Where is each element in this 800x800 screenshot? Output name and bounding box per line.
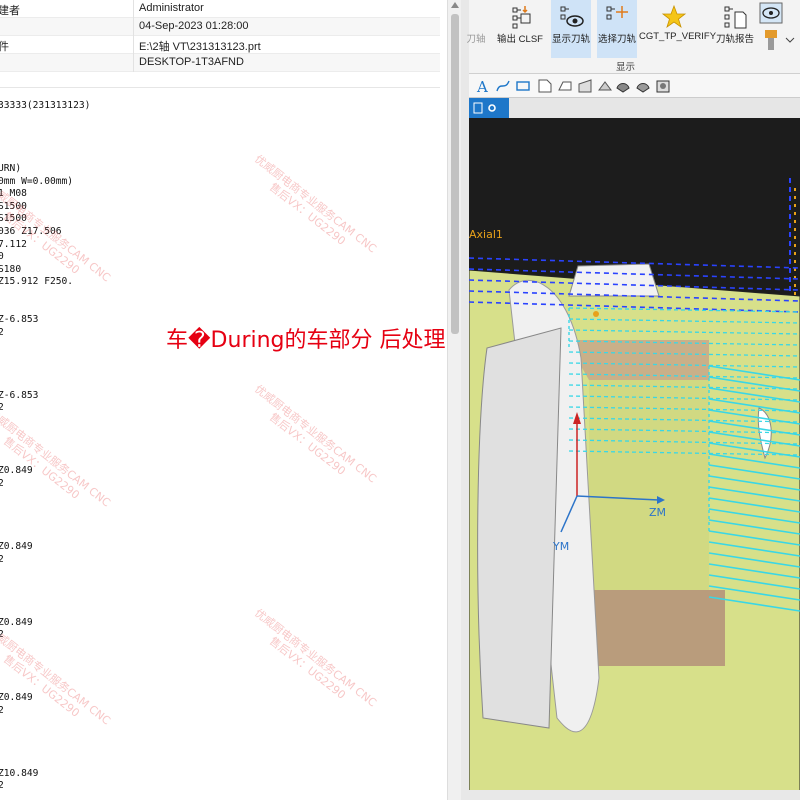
code-line: Z0.849 [0, 616, 33, 628]
property-key: 件 [0, 41, 9, 53]
gear-icon [488, 104, 496, 112]
ribbon-toolbar: 刀轴 输出 CLSF 显示刀轨 选择刀轨 CGT_TP_VERIFY 刀轨报告 … [466, 0, 800, 74]
display-mode-icon[interactable] [759, 2, 783, 24]
3d-model-view[interactable]: ZM YM Axial1 [468, 118, 800, 800]
tool-axis-button[interactable]: 刀轴 [461, 0, 491, 58]
property-key: 建者 [0, 5, 20, 17]
cgt-tp-verify-button[interactable]: CGT_TP_VERIFY [639, 0, 717, 58]
curve-tool-icon[interactable] [495, 78, 511, 94]
graphics-viewport[interactable]: ZM YM Axial1 [468, 118, 800, 800]
property-value: Administrator [139, 2, 204, 14]
window-icon [473, 102, 483, 114]
code-line: Z15.912 F250. [0, 276, 74, 288]
property-row: 04-Sep-2023 01:28:00 [0, 18, 440, 36]
watermark: 优威厨电商专业服务CAM CNC 售后VX：UG2290 [0, 624, 113, 728]
svg-text:A: A [476, 78, 488, 94]
view-tab-bar [469, 98, 800, 118]
shape-tool-icon[interactable] [577, 78, 593, 94]
code-line: 2 [0, 478, 4, 489]
code-line: Z0.849 [0, 692, 33, 704]
property-value: E:\2轴 VT\231313123.prt [139, 41, 261, 53]
code-line: 0mm W=0.00mm) [0, 175, 74, 187]
code-line: Z10.849 [0, 767, 39, 779]
properties-table: 建者 Administrator 04-Sep-2023 01:28:00 件 … [0, 0, 440, 72]
output-clsf-button[interactable]: 输出 CLSF [495, 0, 545, 58]
button-label: 输出 CLSF [497, 34, 543, 45]
button-label: 刀轨报告 [715, 34, 754, 45]
code-line: URN) [0, 163, 22, 174]
code-line: 0 [0, 251, 4, 263]
property-value: DESKTOP-1T3AFND [139, 56, 244, 68]
code-line: S180 [0, 263, 22, 275]
code-line: Z0.849 [0, 541, 33, 552]
watermark: 优威厨电商专业服务CAM CNC 售后VX：UG2290 [0, 406, 113, 510]
code-line: 7.112 [0, 238, 27, 250]
code-line: Z0.849 [0, 465, 33, 477]
shape-tool-icon[interactable] [537, 78, 553, 94]
chevron-down-icon[interactable] [785, 36, 795, 44]
watermark: 优威厨电商专业服务CAM CNC 售后VX：UG2290 [251, 382, 379, 486]
button-label: 刀轴 [466, 34, 486, 45]
pane-splitter[interactable] [461, 0, 469, 800]
annotation-text: 车�During的车部分 后处理 [166, 328, 446, 353]
zm-axis-label: ZM [649, 506, 666, 519]
divider [0, 87, 440, 88]
button-label: 选择刀轨 [597, 34, 636, 45]
display-toolpath-icon [560, 6, 584, 27]
group-label: 显示 [616, 62, 636, 73]
shape-tool-icon[interactable] [597, 78, 613, 94]
star-icon [661, 4, 687, 29]
code-line: 2 [0, 780, 4, 792]
scroll-up-arrow-icon[interactable] [451, 2, 459, 8]
display-toolpath-button[interactable]: 显示刀轨 [551, 0, 591, 58]
axial-label: Axial1 [469, 228, 503, 241]
ym-axis-label: YM [552, 540, 569, 553]
output-clsf-icon [512, 6, 531, 29]
property-row: 件 E:\2轴 VT\231313123.prt [0, 36, 440, 54]
part-tool-icon[interactable] [655, 78, 671, 94]
part-tool-icon[interactable] [615, 78, 631, 94]
button-label: CGT_TP_VERIFY [639, 31, 717, 42]
code-line: 2 [0, 326, 4, 338]
scrollbar-thumb[interactable] [451, 14, 459, 334]
watermark: 优威厨电商专业服务CAM CNC 售后VX：UG2290 [251, 152, 379, 256]
watermark: 优威厨电商专业服务CAM CNC 售后VX：UG2290 [251, 606, 379, 710]
part-tool-icon[interactable] [635, 78, 651, 94]
quick-toolbar: A [469, 74, 800, 98]
program-listing-pane: 建者 Administrator 04-Sep-2023 01:28:00 件 … [0, 0, 461, 800]
property-row: DESKTOP-1T3AFND [0, 54, 440, 72]
tool-holder-icon[interactable] [761, 28, 781, 52]
property-row: 建者 Administrator [0, 0, 440, 18]
toolpath-report-button[interactable]: 刀轨报告 [713, 0, 757, 58]
rectangle-tool-icon[interactable] [515, 78, 531, 94]
code-line: Z-6.853 [0, 389, 39, 401]
status-strip [469, 790, 800, 800]
cad-cam-window: 刀轴 输出 CLSF 显示刀轨 选择刀轨 CGT_TP_VERIFY 刀轨报告 … [461, 0, 800, 800]
property-value: 04-Sep-2023 01:28:00 [139, 20, 249, 32]
select-toolpath-button[interactable]: 选择刀轨 [597, 0, 637, 58]
shape-tool-icon[interactable] [557, 78, 573, 94]
code-line: 33333(231313123) [0, 100, 91, 111]
select-toolpath-icon [606, 6, 628, 20]
vertical-scrollbar[interactable] [447, 0, 461, 800]
toolpath-report-icon [724, 6, 747, 29]
tab-graphics-window[interactable] [469, 98, 509, 118]
button-label: 显示刀轨 [551, 34, 590, 45]
code-line: Z-6.853 [0, 314, 39, 326]
code-line: 2 [0, 704, 4, 716]
text-tool-icon[interactable]: A [475, 78, 491, 94]
code-line: 2 [0, 553, 4, 565]
